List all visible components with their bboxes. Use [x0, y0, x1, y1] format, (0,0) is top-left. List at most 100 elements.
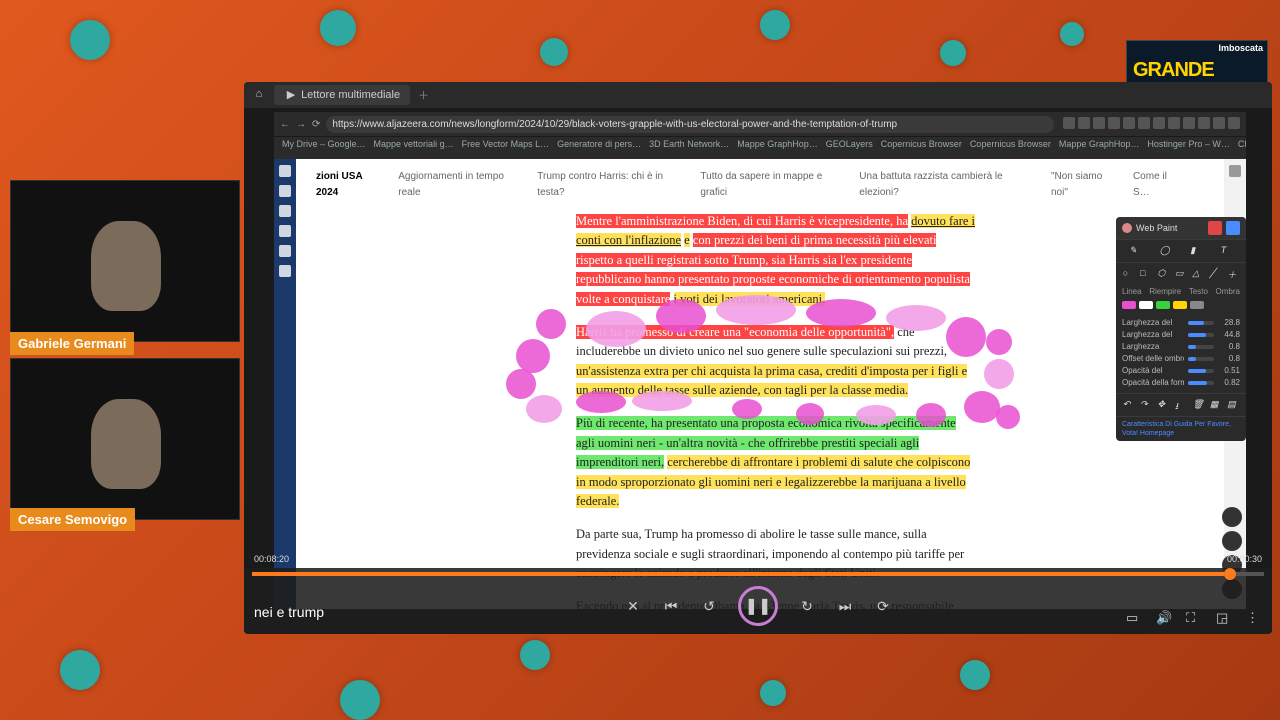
slider-track[interactable] — [1188, 345, 1214, 349]
ellipse-icon[interactable]: ◯ — [1160, 245, 1172, 257]
topnav-item[interactable]: Come il S… — [1133, 169, 1184, 200]
bookmark[interactable]: Checkout — Envat… — [1238, 139, 1246, 157]
bookmark[interactable]: Hostinger Pro – W… — [1147, 139, 1230, 157]
webpaint-slider[interactable]: Larghezza del44.8 — [1122, 330, 1240, 339]
trash-icon[interactable]: 🗑 — [1192, 399, 1204, 411]
webpaint-slider[interactable]: Larghezza del28.8 — [1122, 318, 1240, 327]
bookmark[interactable]: Mappe vettoriali g… — [374, 139, 454, 157]
undo-icon[interactable]: ↶ — [1123, 399, 1135, 411]
more-icon[interactable]: ⋮ — [1246, 610, 1262, 626]
bookmark[interactable]: GEOLayers — [826, 139, 873, 157]
pause-button[interactable]: ❚❚ — [738, 586, 778, 626]
text-icon[interactable]: T — [1221, 245, 1233, 257]
pencil-icon[interactable]: ✎ — [1129, 245, 1141, 257]
grid-icon[interactable]: ▤ — [1227, 399, 1239, 411]
search-icon[interactable] — [1229, 165, 1241, 177]
hexagon-icon[interactable]: ⬡ — [1158, 268, 1170, 280]
topnav-item[interactable]: Una battuta razzista cambierà le elezion… — [859, 169, 1037, 200]
slider-track[interactable] — [1188, 333, 1214, 337]
slider-track[interactable] — [1188, 381, 1214, 385]
bookmark[interactable]: My Drive – Google… — [282, 139, 366, 157]
color-swatch[interactable] — [1190, 301, 1204, 309]
topnav-item[interactable]: Aggiornamenti in tempo reale — [398, 169, 523, 200]
rewind-icon[interactable]: ↺ — [700, 597, 718, 615]
shuffle-icon[interactable]: ✕ — [624, 597, 642, 615]
color-swatch[interactable] — [1156, 301, 1170, 309]
webpaint-tool-row[interactable]: ✎ ◯ ▮ T — [1116, 239, 1246, 262]
slider-track[interactable] — [1188, 369, 1214, 373]
article-topnav[interactable]: zioni USA 2024 Aggiornamenti in tempo re… — [316, 169, 1184, 200]
reload-icon[interactable]: ⟳ — [312, 119, 320, 130]
share-icon[interactable] — [279, 205, 291, 217]
webpaint-slider[interactable]: Opacità della forma0.82 — [1122, 378, 1240, 387]
webpaint-header[interactable]: Web Paint — [1116, 217, 1246, 239]
pip-tag: Imboscata — [1218, 43, 1263, 53]
circle-icon[interactable]: ○ — [1123, 268, 1135, 280]
fullscreen-icon[interactable]: ⛶ — [1186, 610, 1202, 626]
download-icon[interactable]: ⭳ — [1175, 399, 1187, 411]
home-icon[interactable]: ⌂ — [252, 88, 266, 102]
tool-button[interactable] — [1222, 531, 1242, 551]
webpaint-shape-row[interactable]: ○ □ ⬡ ▭ △ ╱ ＋ — [1116, 262, 1246, 285]
bookmarks-bar[interactable]: My Drive – Google… Mappe vettoriali g… F… — [274, 136, 1246, 159]
forward-icon[interactable]: → — [296, 119, 306, 130]
prev-icon[interactable]: ⏮ — [662, 597, 680, 615]
close-icon[interactable] — [279, 165, 291, 177]
volume-icon[interactable]: 🔊 — [1156, 610, 1172, 626]
move-icon[interactable]: ✥ — [1158, 399, 1170, 411]
progress-bar[interactable] — [252, 572, 1264, 576]
rect-icon[interactable]: ▭ — [1175, 268, 1187, 280]
forward-icon[interactable]: ↻ — [798, 597, 816, 615]
back-icon[interactable]: ← — [280, 119, 290, 130]
captions-icon[interactable]: ▭ — [1126, 610, 1142, 626]
plus-icon[interactable]: ＋ — [1227, 268, 1239, 280]
webpaint-close-button[interactable] — [1208, 221, 1222, 235]
redo-icon[interactable]: ↷ — [1140, 399, 1152, 411]
color-swatch[interactable] — [1122, 301, 1136, 309]
bookmark[interactable]: Mappe GraphHop… — [1059, 139, 1140, 157]
bookmark[interactable]: Copernicus Browser — [881, 139, 962, 157]
erase-icon[interactable]: ▦ — [1210, 399, 1222, 411]
square-icon[interactable]: □ — [1140, 268, 1152, 280]
triangle-icon[interactable]: △ — [1192, 268, 1204, 280]
tool-button[interactable] — [1222, 507, 1242, 527]
player-tab[interactable]: ▶ Lettore multimediale — [274, 85, 410, 105]
bucket-icon[interactable]: ▮ — [1190, 245, 1202, 257]
next-icon[interactable]: ⏭ — [836, 597, 854, 615]
pip-icon[interactable]: ◲ — [1216, 610, 1232, 626]
bookmark[interactable]: Mappe GraphHop… — [737, 139, 818, 157]
bookmark[interactable]: Generatore di pers… — [557, 139, 641, 157]
line-icon[interactable]: ╱ — [1210, 268, 1222, 280]
time-current: 00:08:20 — [254, 554, 289, 564]
url-input[interactable] — [326, 116, 1054, 133]
repeat-icon[interactable]: ⟳ — [874, 597, 892, 615]
webpaint-footer[interactable]: Caratteristica Di Guida Per Favore, Vota… — [1116, 416, 1246, 441]
webpaint-slider[interactable]: Opacità del0.51 — [1122, 366, 1240, 375]
share-icon[interactable] — [279, 225, 291, 237]
share-icon[interactable] — [279, 265, 291, 277]
article-body[interactable]: zioni USA 2024 Aggiornamenti in tempo re… — [296, 159, 1224, 609]
color-swatch[interactable] — [1173, 301, 1187, 309]
slider-track[interactable] — [1188, 357, 1214, 361]
color-swatch[interactable] — [1139, 301, 1153, 309]
new-tab-button[interactable]: ＋ — [418, 87, 429, 103]
bookmark[interactable]: Copernicus Browser — [970, 139, 1051, 157]
share-icon[interactable] — [279, 245, 291, 257]
webpaint-slider[interactable]: Larghezza0.8 — [1122, 342, 1240, 351]
bookmark[interactable]: 3D Earth Network… — [649, 139, 729, 157]
bookmark[interactable]: Free Vector Maps L… — [462, 139, 550, 157]
webpaint-panel[interactable]: Web Paint ✎ ◯ ▮ T ○ □ ⬡ — [1116, 217, 1246, 441]
slider-track[interactable] — [1188, 321, 1214, 325]
webpaint-bottom-row[interactable]: ↶ ↷ ✥ ⭳ 🗑 ▦ ▤ — [1116, 393, 1246, 416]
topnav-item[interactable]: Tutto da sapere in mappe e grafici — [700, 169, 845, 200]
share-icon[interactable] — [279, 185, 291, 197]
topnav-lead[interactable]: zioni USA 2024 — [316, 169, 384, 200]
extension-icons[interactable] — [1060, 117, 1240, 132]
webpaint-minimize-button[interactable] — [1226, 221, 1240, 235]
webpaint-slider[interactable]: Offset delle ombre0.8 — [1122, 354, 1240, 363]
pip-title: GRANDE — [1133, 59, 1214, 82]
topnav-item[interactable]: "Non siamo noi" — [1051, 169, 1119, 200]
progress-handle[interactable] — [1224, 568, 1236, 580]
topnav-item[interactable]: Trump contro Harris: chi è in testa? — [537, 169, 686, 200]
webpaint-swatches[interactable] — [1116, 298, 1246, 312]
